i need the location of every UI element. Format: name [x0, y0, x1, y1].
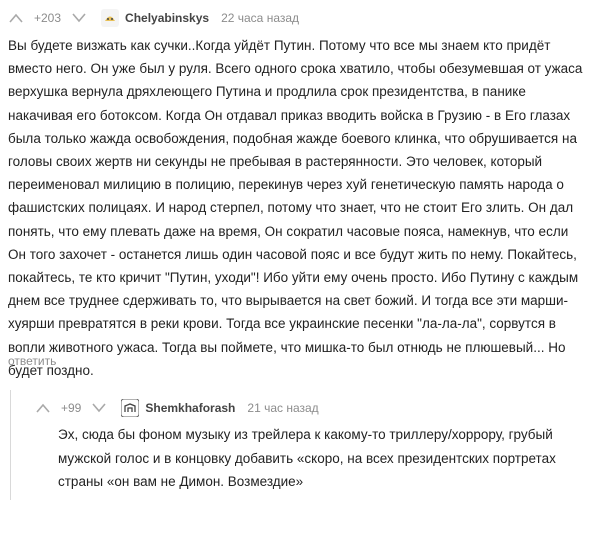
reply-body: Эх, сюда бы фоном музыку из трейлера к к… — [58, 427, 556, 489]
avatar-icon[interactable] — [121, 399, 140, 417]
thread-line[interactable] — [10, 390, 25, 500]
reply-username[interactable]: Shemkhaforash — [145, 401, 235, 415]
downvote-icon[interactable] — [71, 10, 87, 26]
comment-username[interactable]: Chelyabinskys — [125, 11, 209, 25]
reply-header: +99 Shemkhaforash 21 час назад — [35, 394, 319, 422]
avatar-icon[interactable] — [101, 9, 120, 27]
reply-score: +99 — [61, 401, 82, 415]
downvote-icon[interactable] — [91, 400, 107, 416]
comment-score: +203 — [34, 11, 62, 25]
comment-header: +203 Chelyabinskys 22 часа назад — [8, 4, 299, 32]
reply-timestamp[interactable]: 21 час назад — [247, 401, 318, 415]
upvote-icon[interactable] — [8, 10, 24, 26]
reply-button[interactable]: ответить — [8, 354, 56, 368]
comment-body: Вы будете визжать как сучки..Когда уйдёт… — [8, 38, 583, 378]
comment-timestamp[interactable]: 22 часа назад — [221, 11, 299, 25]
upvote-icon[interactable] — [35, 400, 51, 416]
